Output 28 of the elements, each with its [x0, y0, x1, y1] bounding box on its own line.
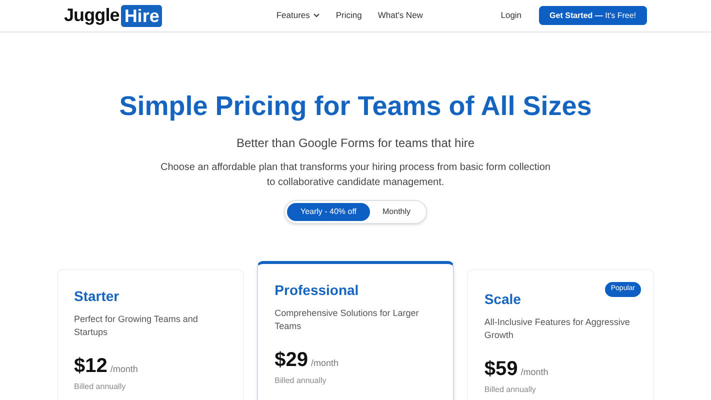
plan-name: Starter: [74, 287, 120, 306]
nav-link[interactable]: Pricing: [336, 9, 362, 22]
nav-link[interactable]: What's New: [378, 9, 423, 22]
description: Choose an affordable plan that transforms your hiring process from basic form collection to collaborative candidate management.: [159, 161, 552, 190]
subtitle: Better than Google Forms for teams that hire: [236, 135, 475, 152]
plan-tagline: Comprehensive Solutions for Larger Teams: [274, 307, 420, 333]
price-period: /month: [520, 366, 548, 379]
billing-option[interactable]: Yearly - 40% off: [287, 203, 370, 221]
page-title: Simple Pricing for Teams of All Sizes: [119, 93, 592, 120]
billing-note: Billed annually: [484, 384, 537, 396]
price-period: /month: [311, 357, 339, 370]
logo-badge: Hire: [121, 4, 162, 26]
billing-option[interactable]: Monthly: [370, 203, 424, 221]
plan-tagline: All-Inclusive Features for Aggressive Growth: [484, 316, 631, 342]
billing-note: Billed annually: [274, 375, 328, 387]
logo-word: Juggle: [64, 4, 120, 27]
login-link[interactable]: Login: [500, 9, 522, 22]
chevron-down-icon: [312, 13, 320, 18]
price-period: /month: [110, 363, 138, 376]
billing-note: Billed annually: [74, 381, 127, 393]
plan-price: $12: [74, 354, 108, 379]
plan-name: Professional: [274, 281, 360, 300]
get-started-button[interactable]: Get Started — It's Free!: [538, 6, 647, 25]
plan-tagline: Perfect for Growing Teams and Startups: [74, 313, 199, 339]
nav-dropdown[interactable]: Features: [276, 9, 320, 22]
plan-price: $59: [484, 357, 518, 382]
plan-price: $29: [274, 348, 308, 373]
plan-name: Scale: [484, 290, 522, 309]
